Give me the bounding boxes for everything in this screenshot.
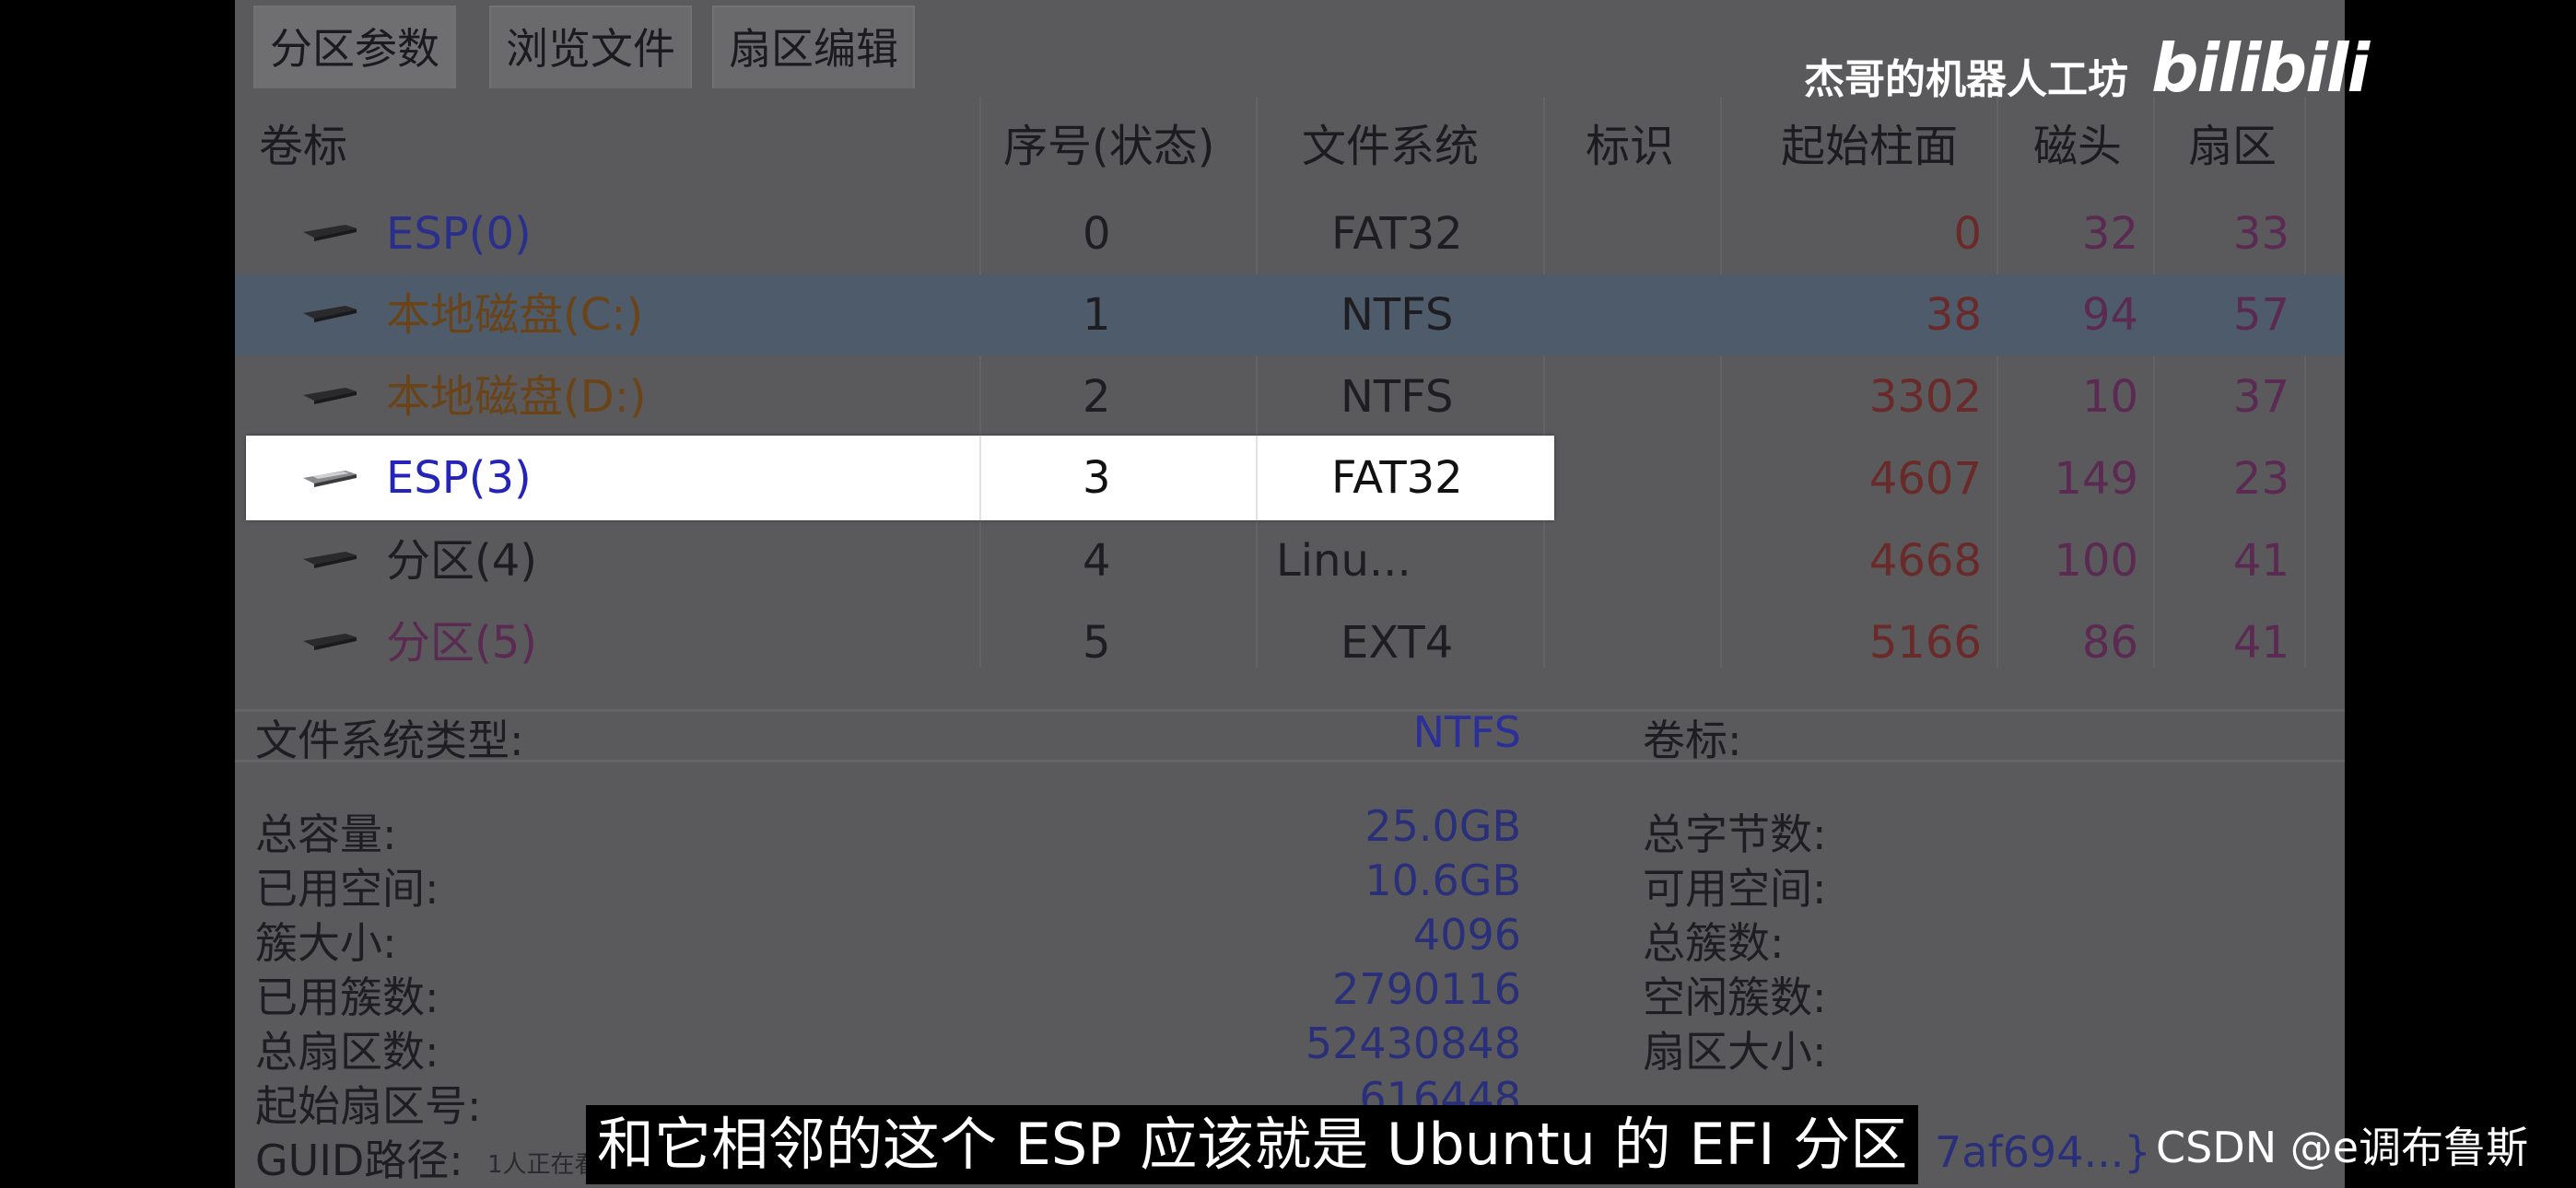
drive-icon bbox=[303, 388, 357, 404]
info-divider bbox=[235, 760, 2345, 763]
partition-cylinder: 4607 bbox=[1868, 453, 1982, 505]
partition-sector: 23 bbox=[2232, 453, 2289, 505]
drive-icon bbox=[303, 552, 357, 568]
tab-browse-files[interactable]: 浏览文件 bbox=[489, 6, 692, 88]
col-header-label[interactable]: 卷标 bbox=[259, 97, 347, 196]
viewer-count: 1人正在看 bbox=[487, 1151, 599, 1179]
col-header-fs[interactable]: 文件系统 bbox=[1302, 97, 1479, 196]
partition-cylinder: 3302 bbox=[1868, 371, 1982, 423]
partition-table-header: 卷标 序号(状态) 文件系统 标识 起始柱面 磁头 扇区 bbox=[235, 97, 2345, 196]
drive-icon bbox=[303, 306, 357, 322]
col-header-head[interactable]: 磁头 bbox=[2033, 97, 2122, 196]
info-value: 2790116 bbox=[1332, 964, 1521, 1014]
partition-head: 149 bbox=[2054, 453, 2138, 505]
info-label: GUID路径: bbox=[255, 1136, 463, 1185]
partition-fs: Linu... bbox=[1276, 535, 1411, 587]
partition-label: ESP(0) bbox=[386, 208, 532, 260]
partition-sector: 41 bbox=[2232, 617, 2289, 669]
partition-index: 2 bbox=[1083, 371, 1111, 423]
partition-cylinder: 5166 bbox=[1868, 617, 1982, 669]
highlighted-partition-row[interactable]: ESP(3) 3 FAT32 bbox=[246, 436, 1554, 520]
info-value: 52430848 bbox=[1305, 1019, 1521, 1068]
partition-fs: NTFS bbox=[1341, 371, 1454, 423]
tab-partition-params[interactable]: 分区参数 bbox=[253, 6, 456, 88]
partition-head: 10 bbox=[2081, 371, 2138, 423]
col-header-cylinder[interactable]: 起始柱面 bbox=[1781, 97, 1958, 196]
info-label: 已用空间: bbox=[255, 864, 439, 914]
partition-cylinder: 0 bbox=[1953, 208, 1982, 260]
col-header-index[interactable]: 序号(状态) bbox=[1003, 97, 1214, 196]
info-value: 25.0GB bbox=[1364, 801, 1521, 851]
bilibili-logo: bilibili bbox=[2151, 29, 2370, 107]
col-header-id[interactable]: 标识 bbox=[1586, 97, 1674, 196]
partition-index: 5 bbox=[1083, 617, 1111, 669]
partition-label: 本地磁盘(C:) bbox=[386, 289, 644, 341]
info-label: 扇区大小: bbox=[1643, 1027, 1827, 1077]
partition-fs: EXT4 bbox=[1341, 617, 1454, 669]
info-label: 起始扇区号: bbox=[255, 1081, 482, 1131]
partition-row[interactable]: 本地磁盘(D:) 2 NTFS 3302 10 37 bbox=[235, 356, 2345, 437]
drive-icon bbox=[303, 634, 357, 650]
partition-sector: 41 bbox=[2232, 535, 2289, 587]
partition-fs: FAT32 bbox=[1331, 452, 1463, 504]
channel-watermark: 杰哥的机器人工坊 bbox=[1804, 56, 2128, 103]
partition-cylinder: 4668 bbox=[1868, 535, 1982, 587]
column-divider bbox=[1256, 436, 1258, 520]
partition-fs: FAT32 bbox=[1331, 208, 1463, 260]
info-label: 可用空间: bbox=[1643, 864, 1827, 914]
video-subtitle: 和它相邻的这个 ESP 应该就是 Ubuntu 的 EFI 分区 bbox=[586, 1105, 1919, 1184]
partition-row[interactable]: 分区(5) 5 EXT4 5166 86 41 bbox=[235, 602, 2345, 683]
info-label: 总扇区数: bbox=[255, 1027, 439, 1077]
volume-label: 卷标: bbox=[1643, 716, 1742, 765]
partition-label: 本地磁盘(D:) bbox=[386, 371, 647, 423]
partition-label: ESP(3) bbox=[386, 452, 532, 504]
partition-sector: 33 bbox=[2232, 208, 2289, 260]
partition-fs: NTFS bbox=[1341, 289, 1454, 341]
partition-head: 32 bbox=[2081, 208, 2138, 260]
fs-type-value: NTFS bbox=[1412, 707, 1521, 757]
info-label: 总容量: bbox=[255, 809, 397, 859]
guid-value: 7af694...} bbox=[1935, 1127, 2151, 1177]
drive-icon bbox=[303, 225, 357, 241]
partition-row[interactable]: 分区(4) 4 Linu... 4668 100 41 bbox=[235, 520, 2345, 601]
partition-index: 3 bbox=[1083, 452, 1111, 504]
partition-head: 100 bbox=[2054, 535, 2138, 587]
partition-sector: 37 bbox=[2232, 371, 2289, 423]
partition-sector: 57 bbox=[2232, 289, 2289, 341]
partition-label: 分区(5) bbox=[386, 617, 537, 669]
partition-head: 94 bbox=[2081, 289, 2138, 341]
info-value: 10.6GB bbox=[1364, 856, 1521, 905]
tab-sector-edit[interactable]: 扇区编辑 bbox=[712, 6, 915, 88]
partition-row[interactable]: ESP(0) 0 FAT32 0 32 33 bbox=[235, 193, 2345, 274]
partition-index: 0 bbox=[1083, 208, 1111, 260]
info-label: 簇大小: bbox=[255, 918, 397, 968]
info-value: 4096 bbox=[1412, 910, 1521, 960]
info-label: 总簇数: bbox=[1643, 918, 1785, 968]
partition-label: 分区(4) bbox=[386, 535, 537, 587]
partition-head: 86 bbox=[2081, 617, 2138, 669]
partition-cylinder: 38 bbox=[1925, 289, 1982, 341]
info-label: 总字节数: bbox=[1643, 809, 1827, 859]
drive-icon bbox=[303, 471, 357, 487]
partition-index: 1 bbox=[1083, 289, 1111, 341]
partition-row[interactable]: 本地磁盘(C:) 1 NTFS 38 94 57 bbox=[235, 274, 2345, 355]
col-header-sector[interactable]: 扇区 bbox=[2188, 97, 2277, 196]
info-label: 已用簇数: bbox=[255, 973, 439, 1022]
csdn-watermark: CSDN @e调布鲁斯 bbox=[2156, 1123, 2529, 1172]
partition-index: 4 bbox=[1083, 535, 1111, 587]
fs-type-label: 文件系统类型: bbox=[255, 716, 524, 765]
column-divider bbox=[979, 436, 981, 520]
diskgenius-window: 分区参数 浏览文件 扇区编辑 卷标 序号(状态) 文件系统 标识 起始柱面 磁头… bbox=[235, 0, 2345, 1188]
info-label: 空闲簇数: bbox=[1643, 973, 1827, 1022]
